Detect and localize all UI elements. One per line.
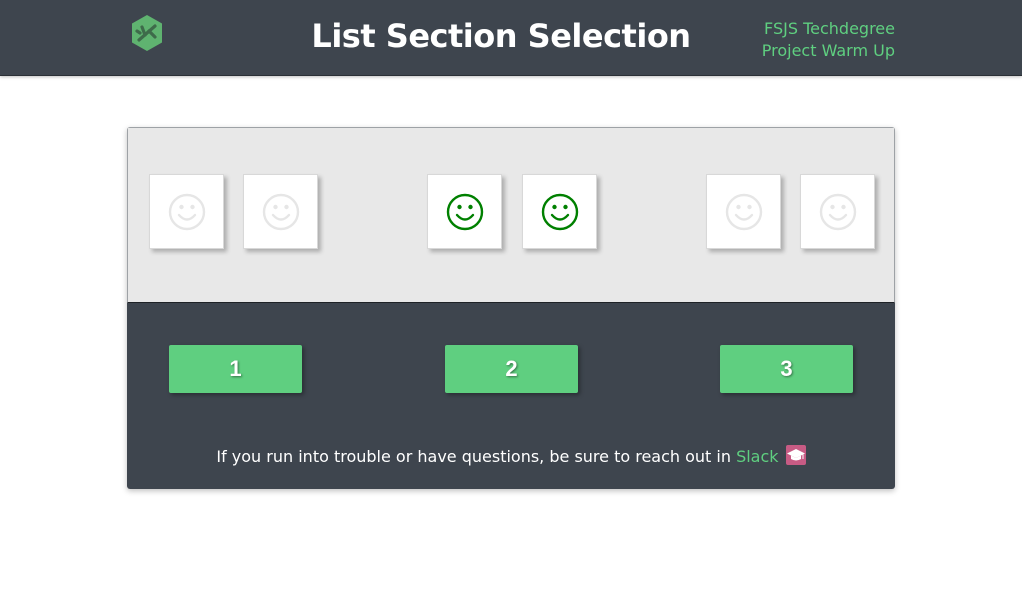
list-item-tile-6: [800, 174, 875, 249]
section-3-button[interactable]: 3: [720, 345, 853, 393]
list-item-tile-1: [149, 174, 224, 249]
list-item-tile-5: [706, 174, 781, 249]
section-1-button[interactable]: 1: [169, 345, 302, 393]
smiley-icon: [446, 193, 483, 230]
smiley-icon: [262, 193, 299, 230]
app-header: List Section Selection FSJS Techdegree P…: [0, 0, 1022, 76]
project-label: Project Warm Up: [761, 41, 895, 60]
section-2-button[interactable]: 2: [445, 345, 578, 393]
smiley-icon: [725, 193, 762, 230]
techdegree-label: FSJS Techdegree: [764, 19, 895, 38]
graduation-cap-icon: [785, 445, 806, 465]
smiley-icon: [819, 193, 856, 230]
slack-link[interactable]: Slack: [736, 447, 778, 466]
controls-section: 1 2 3 If you run into trouble or have qu…: [127, 303, 895, 489]
tile-list-section: [127, 127, 895, 303]
smiley-icon: [168, 193, 205, 230]
list-item-tile-4: [522, 174, 597, 249]
list-item-tile-2: [243, 174, 318, 249]
main-card: 1 2 3 If you run into trouble or have qu…: [127, 127, 895, 489]
list-item-tile-3: [427, 174, 502, 249]
help-text: If you run into trouble or have question…: [216, 447, 737, 466]
project-info: FSJS Techdegree Project Warm Up: [762, 18, 895, 62]
help-message: If you run into trouble or have question…: [127, 445, 895, 467]
smiley-icon: [541, 193, 578, 230]
